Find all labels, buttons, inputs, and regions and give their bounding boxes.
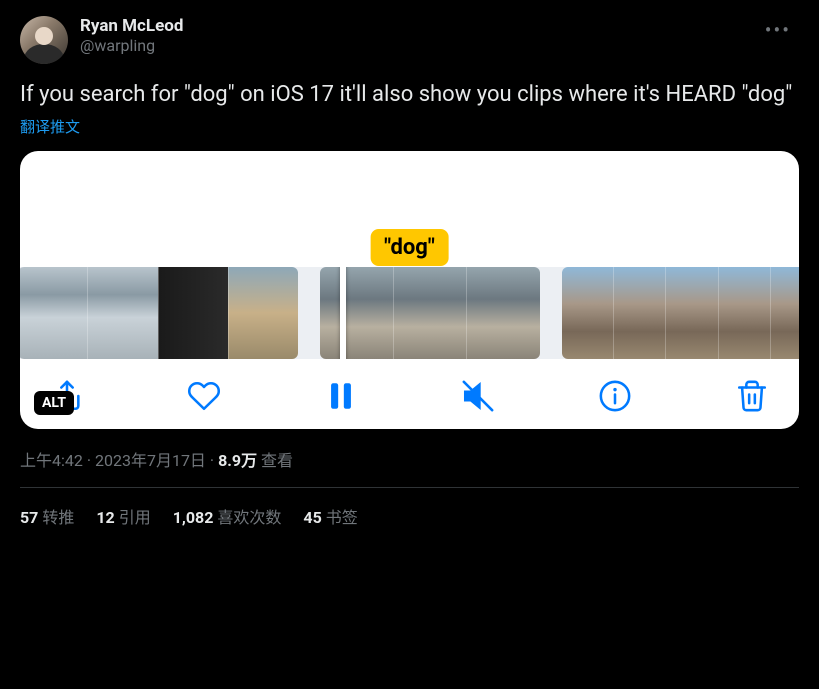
thumbnail [770,267,799,359]
tweet-container: Ryan McLeod @warpling ••• If you search … [0,0,819,528]
playhead[interactable] [340,267,346,359]
search-term-pill: "dog" [370,229,449,266]
pause-icon [324,379,358,413]
views-count: 8.9万 [218,451,257,470]
tweet-text: If you search for "dog" on iOS 17 it'll … [20,80,799,110]
pause-button[interactable] [324,379,358,413]
author-names[interactable]: Ryan McLeod @warpling [80,16,757,55]
avatar[interactable] [20,16,68,64]
alt-badge[interactable]: ALT [34,391,74,415]
thumbnail [393,267,467,359]
heart-icon [187,379,221,413]
display-name: Ryan McLeod [80,16,757,36]
mute-button[interactable] [461,379,495,413]
trash-icon [735,379,769,413]
thumbnail [228,267,298,359]
info-icon [598,379,632,413]
quotes-stat[interactable]: 12引用 [96,504,150,528]
thumbnail [718,267,770,359]
thumbnail [466,267,540,359]
likes-stat[interactable]: 1,082喜欢次数 [173,504,282,528]
translate-link[interactable]: 翻译推文 [20,116,80,137]
info-button[interactable] [598,379,632,413]
media-toolbar [20,359,799,419]
more-icon: ••• [765,18,791,42]
clip-group-1[interactable] [20,267,298,359]
like-button[interactable] [187,379,221,413]
thumbnail [665,267,717,359]
thumbnail [613,267,665,359]
tweet-meta: 上午4:42 · 2023年7月17日 · 8.9万 查看 [20,447,799,471]
bookmarks-stat[interactable]: 45书签 [303,504,357,528]
thumbnail [320,267,393,359]
handle: @warpling [80,36,757,55]
delete-button[interactable] [735,379,769,413]
thumbnail [87,267,157,359]
tweet-stats: 57转推 12引用 1,082喜欢次数 45书签 [20,488,799,528]
tweet-date[interactable]: 2023年7月17日 [95,451,206,470]
media-card[interactable]: "dog" [20,151,799,429]
thumbnail [158,267,228,359]
clip-group-3[interactable] [562,267,799,359]
retweets-stat[interactable]: 57转推 [20,504,74,528]
tweet-time[interactable]: 上午4:42 [20,451,83,470]
video-timeline[interactable] [20,267,799,359]
thumbnail [562,267,613,359]
speaker-muted-icon [461,379,495,413]
views-label: 查看 [261,451,293,470]
clip-group-2[interactable] [320,267,540,359]
tweet-header: Ryan McLeod @warpling ••• [20,16,799,64]
more-button[interactable]: ••• [757,16,799,44]
thumbnail [20,267,87,359]
